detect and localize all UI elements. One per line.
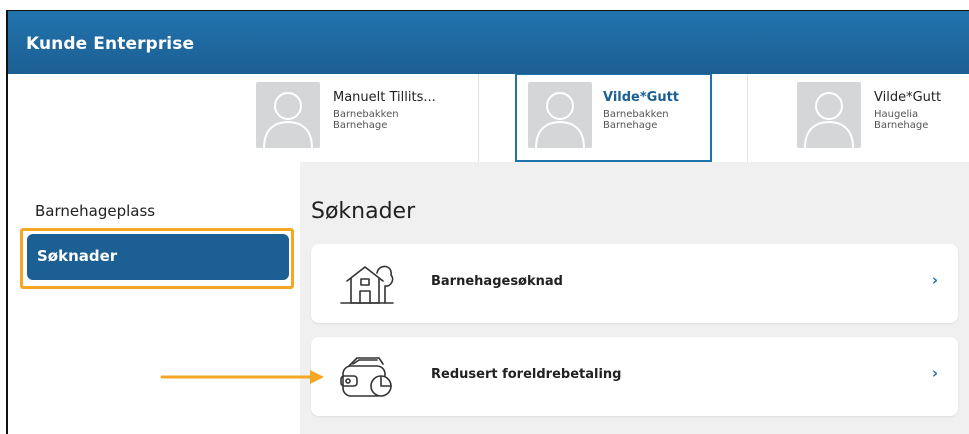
chevron-right-icon: › [931, 364, 938, 382]
child-selector: Manuelt Tillits... Barnebakken Barnehage… [8, 74, 969, 162]
child-name: Manuelt Tillits... [333, 90, 436, 105]
child-type: Barnehage [333, 120, 388, 131]
app-title: Kunde Enterprise [26, 34, 195, 54]
kindergarten-house-icon [339, 259, 395, 309]
person-placeholder-icon [797, 82, 861, 148]
child-card-manuelt[interactable]: Manuelt Tillits... Barnebakken Barnehage [256, 74, 476, 162]
child-kindergarten: Barnebakken [333, 109, 399, 120]
card-label: Barnehagesøknad [431, 274, 563, 289]
child-type: Barnehage [874, 120, 929, 131]
child-name: Vilde*Gutt [603, 90, 680, 105]
child-card-vilde-selected[interactable]: Vilde*Gutt Barnebakken Barnehage [515, 74, 712, 162]
child-type: Barnehage [603, 120, 658, 131]
window-border [6, 10, 969, 11]
page-title: Søknader [311, 199, 416, 224]
card-label: Redusert foreldrebetaling [431, 367, 622, 382]
divider [747, 74, 748, 162]
sidebar-item-barnehageplass[interactable]: Barnehageplass [35, 202, 155, 220]
divider [478, 74, 479, 162]
application-card-barnehagesoknad[interactable]: Barnehagesøknad › [311, 244, 958, 323]
main-content: Søknader Barnehagesøknad › Redusert fore… [300, 162, 969, 434]
chevron-right-icon: › [931, 271, 938, 289]
app-header: Kunde Enterprise [8, 11, 969, 74]
person-placeholder-icon [256, 82, 320, 148]
sidebar-item-label: Søknader [37, 247, 118, 265]
sidebar: Barnehageplass Søknader [8, 162, 300, 434]
app-window: Kunde Enterprise Manuelt Tillits... Barn… [0, 0, 969, 434]
sidebar-item-soknader[interactable]: Søknader [27, 234, 289, 280]
child-card-vilde-haugelia[interactable]: Vilde*Gutt Haugelia Barnehage [797, 74, 969, 162]
child-name: Vilde*Gutt [874, 90, 942, 105]
child-kindergarten: Haugelia [874, 109, 919, 120]
annotation-arrow-icon [160, 370, 324, 384]
window-border [6, 10, 8, 434]
wallet-pie-chart-icon [339, 352, 395, 402]
application-card-redusert-foreldrebetaling[interactable]: Redusert foreldrebetaling › [311, 337, 958, 416]
person-placeholder-icon [528, 82, 592, 148]
child-kindergarten: Barnebakken [603, 109, 669, 120]
